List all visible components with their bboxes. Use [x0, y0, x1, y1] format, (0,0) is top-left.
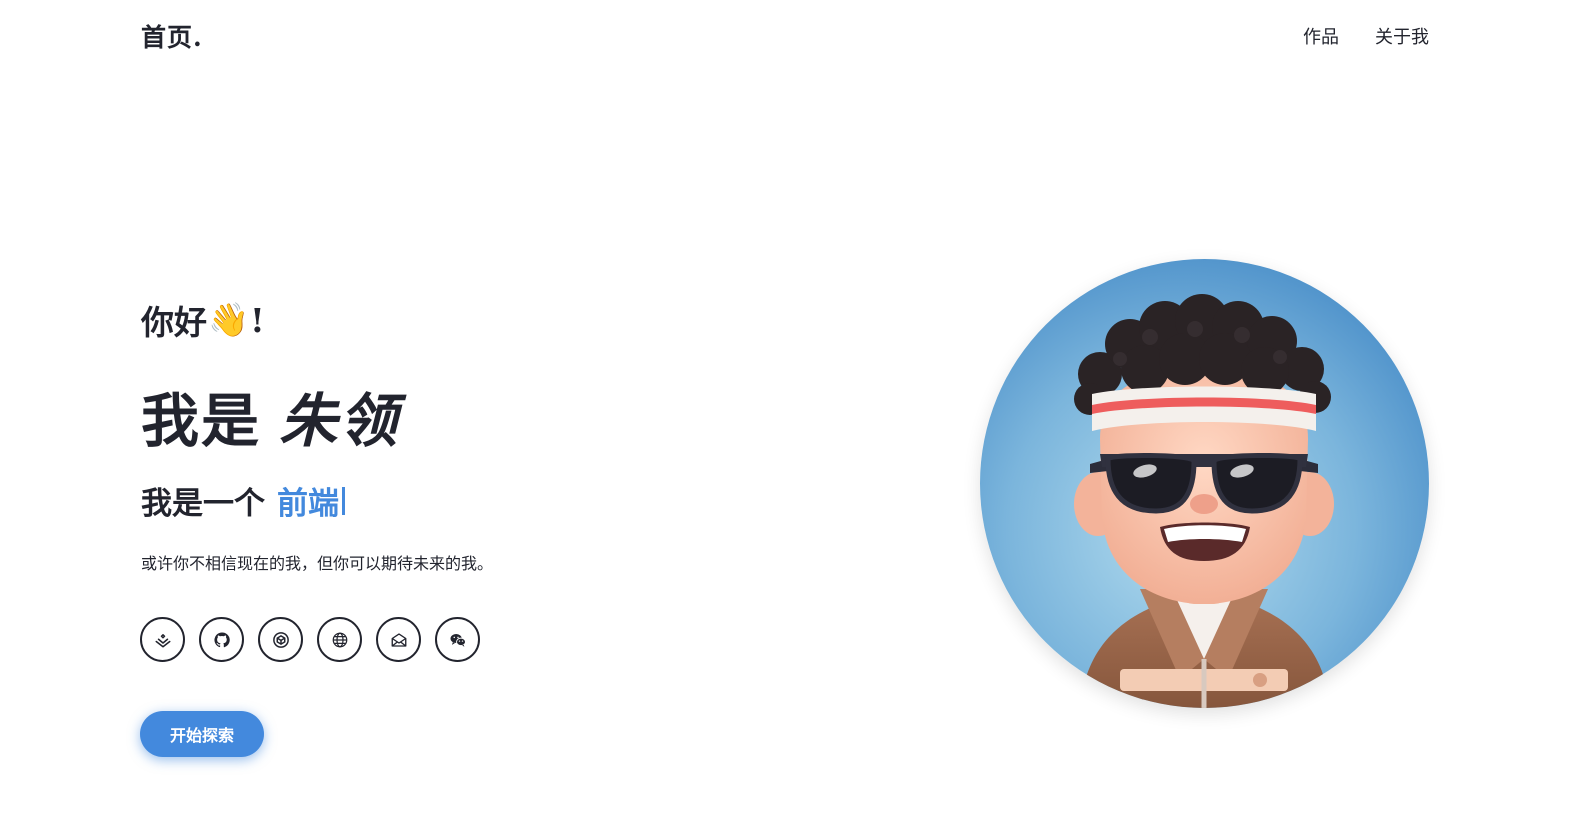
greeting: 你好 👋 !	[141, 296, 265, 344]
typing-cursor	[342, 486, 345, 515]
email-link[interactable]	[376, 617, 421, 662]
site-logo[interactable]: 首页.	[141, 18, 203, 54]
start-explore-button[interactable]: 开始探索	[140, 711, 264, 757]
waving-hand-icon: 👋	[208, 300, 250, 339]
nav-item-about[interactable]: 关于我	[1375, 23, 1429, 49]
email-icon	[391, 632, 406, 647]
home-page: 首页. 作品 关于我 你好 👋 ! 我是 朱领 我是一个 前端 或许你不相信现在的…	[0, 0, 1572, 822]
greeting-text: 你好	[141, 303, 207, 342]
avatar	[980, 259, 1429, 708]
tagline: 或许你不相信现在的我，但你可以期待未来的我。	[141, 554, 494, 573]
role-line: 我是一个 前端	[141, 478, 345, 523]
greeting-suffix: !	[250, 300, 265, 340]
avatar-illustration	[980, 259, 1429, 708]
github-icon	[213, 631, 230, 647]
top-nav: 作品 关于我	[1303, 23, 1429, 49]
headline: 我是 朱领	[141, 374, 399, 458]
juejin-icon	[155, 633, 170, 647]
nav-item-works[interactable]: 作品	[1303, 23, 1339, 49]
github-link[interactable]	[199, 617, 244, 662]
wechat-icon	[450, 633, 466, 647]
headline-prefix: 我是	[141, 387, 262, 455]
role-typed-text: 前端	[277, 486, 339, 522]
globe-icon	[332, 632, 347, 647]
role-prefix: 我是一个	[141, 486, 265, 522]
headline-name: 朱领	[279, 387, 400, 455]
codepen-icon	[272, 631, 289, 648]
wechat-link[interactable]	[435, 617, 480, 662]
website-link[interactable]	[317, 617, 362, 662]
codepen-link[interactable]	[258, 617, 303, 662]
social-links	[140, 617, 480, 662]
juejin-link[interactable]	[140, 617, 185, 662]
